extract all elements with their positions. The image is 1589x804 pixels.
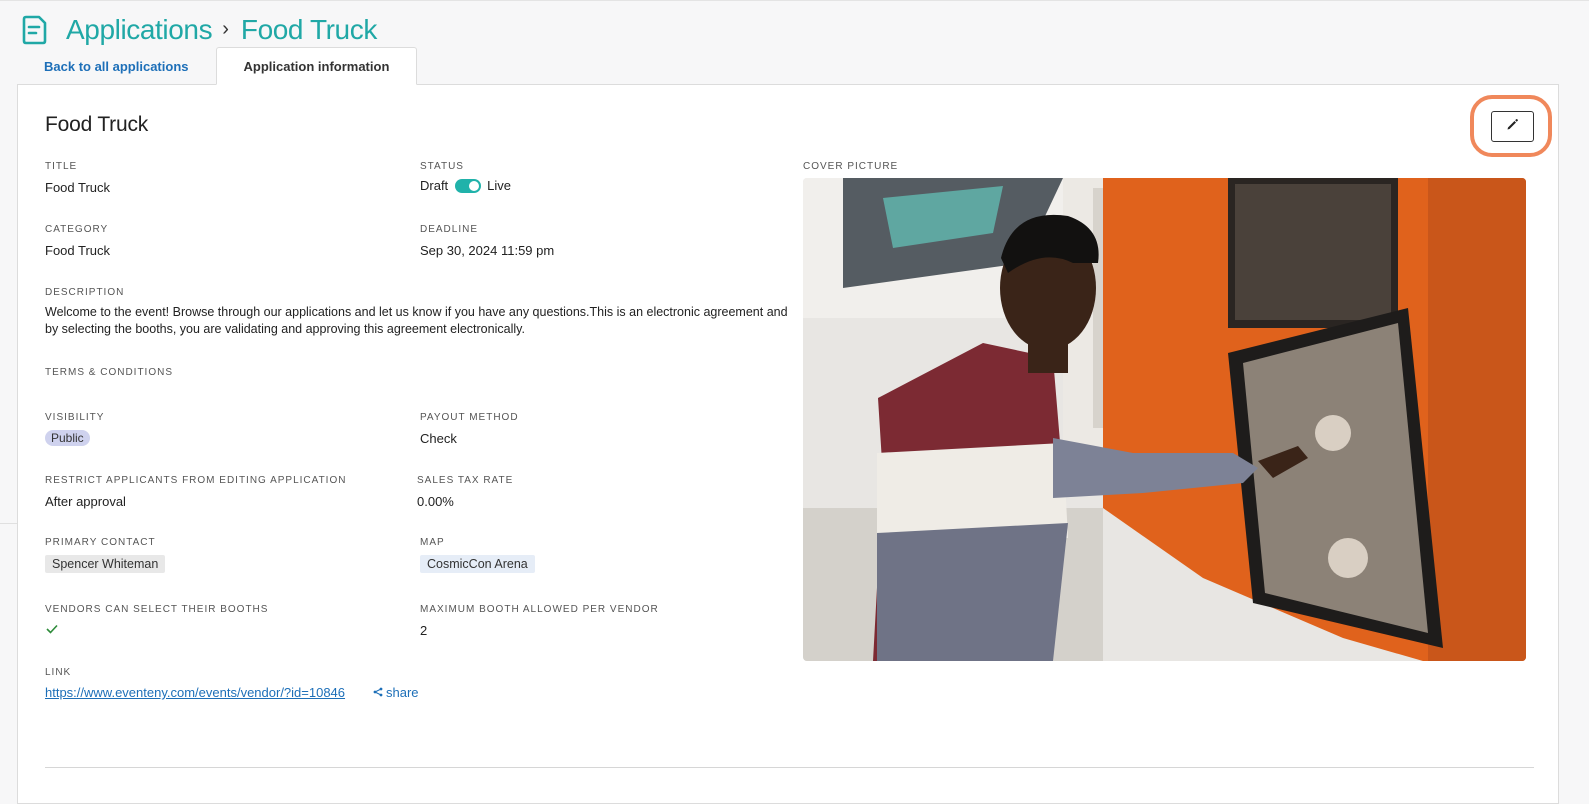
document-icon [20, 14, 48, 46]
description-value: Welcome to the event! Browse through our… [45, 305, 788, 336]
terms-label: TERMS & CONDITIONS [45, 367, 174, 378]
link-label: LINK [45, 667, 72, 678]
visibility-label: VISIBILITY [45, 412, 105, 423]
status-toggle[interactable] [455, 178, 482, 193]
map-chip: CosmicCon Arena [420, 555, 535, 573]
status-toggle-row: Draft Live [420, 178, 511, 193]
status-draft-label: Draft [420, 178, 449, 193]
share-button[interactable]: share [373, 685, 419, 700]
restrict-value: After approval [45, 494, 126, 509]
breadcrumb-applications[interactable]: Applications [66, 14, 213, 46]
sales-tax-value: 0.00% [417, 494, 454, 509]
map-label: MAP [420, 537, 445, 548]
description-label: DESCRIPTION [45, 287, 125, 298]
left-divider [0, 523, 17, 524]
pencil-icon [1506, 118, 1519, 136]
visibility-badge: Public [45, 430, 90, 446]
sales-tax-label: SALES TAX RATE [417, 475, 514, 486]
application-card: Food Truck TITLE Food Truck STATUS Draft… [17, 84, 1559, 804]
tab-back-to-all-applications[interactable]: Back to all applications [17, 47, 216, 85]
share-label: share [386, 685, 419, 700]
payout-value: Check [420, 431, 457, 446]
status-label: STATUS [420, 161, 464, 172]
cover-picture-illustration [803, 178, 1526, 661]
checkmark-icon [46, 621, 58, 639]
primary-contact-label: PRIMARY CONTACT [45, 537, 156, 548]
category-value: Food Truck [45, 243, 111, 258]
status-live-label: Live [487, 178, 512, 193]
application-name: Food Truck [45, 113, 149, 136]
breadcrumb-separator-icon: › [222, 17, 229, 40]
edit-button[interactable] [1491, 111, 1534, 142]
breadcrumb-current: Food Truck [240, 14, 377, 45]
top-divider [0, 0, 1589, 1]
primary-contact-chip: Spencer Whiteman [45, 555, 166, 573]
toggle-knob [469, 180, 480, 191]
page-header: Applications › Food Truck [20, 12, 377, 48]
deadline-label: DEADLINE [420, 224, 479, 235]
cover-picture [803, 178, 1526, 661]
title-value: Food Truck [45, 180, 111, 195]
tab-application-information[interactable]: Application information [215, 47, 418, 85]
bottom-divider [45, 767, 1534, 768]
title-label: TITLE [45, 161, 78, 172]
cover-picture-label: COVER PICTURE [803, 161, 899, 172]
max-booth-label: MAXIMUM BOOTH ALLOWED PER VENDOR [420, 604, 659, 615]
category-label: CATEGORY [45, 224, 109, 235]
tab-bar: Back to all applications Application inf… [17, 47, 418, 85]
vendor-link[interactable]: https://www.eventeny.com/events/vendor/?… [45, 685, 345, 700]
restrict-label: RESTRICT APPLICANTS FROM EDITING APPLICA… [45, 475, 347, 486]
vendors-select-label: VENDORS CAN SELECT THEIR BOOTHS [45, 604, 269, 615]
payout-label: PAYOUT METHOD [420, 412, 519, 423]
deadline-value: Sep 30, 2024 11:59 pm [420, 243, 555, 258]
share-icon [373, 685, 383, 700]
max-booth-value: 2 [420, 623, 428, 638]
